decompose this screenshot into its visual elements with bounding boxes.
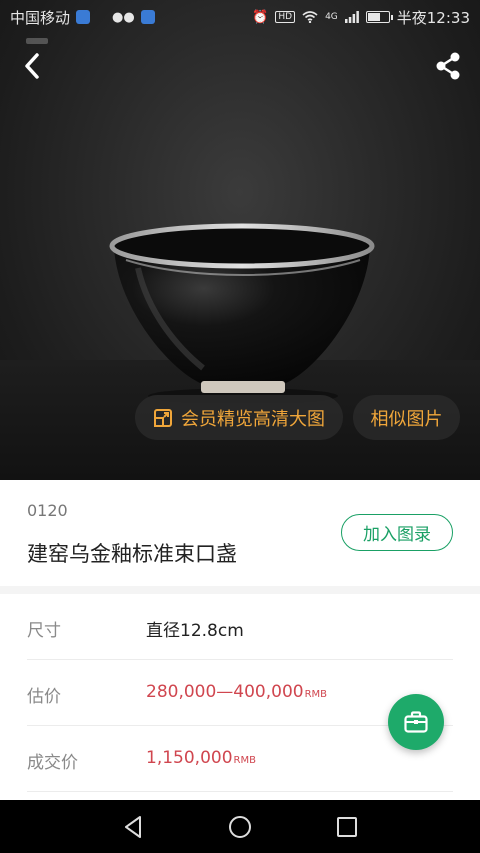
signal-type-label: 4G xyxy=(325,11,338,22)
estimate-value-wrap: 280,000—400,000RMB xyxy=(146,682,327,702)
carrier-name: 中国移动 xyxy=(10,8,71,27)
lot-title: 建窑乌金釉标准束口盏 xyxy=(27,542,237,566)
estimate-value: 280,000—400,000 xyxy=(146,682,304,702)
home-circle-icon xyxy=(228,815,251,838)
estimate-label: 估价 xyxy=(27,687,61,707)
hd-voice-icon: HD xyxy=(275,11,296,23)
system-recents-button[interactable] xyxy=(327,807,367,847)
size-label: 尺寸 xyxy=(27,621,61,641)
sold-price-value-wrap: 1,150,000RMB xyxy=(146,748,256,768)
tea-bowl-image xyxy=(109,223,375,403)
sold-price-value: 1,150,000 xyxy=(146,748,233,768)
share-icon xyxy=(436,52,460,80)
size-value: 直径12.8cm xyxy=(146,621,244,641)
battery-icon xyxy=(365,11,393,23)
lot-number: 0120 xyxy=(27,501,68,520)
similar-images-button[interactable]: 相似图片 xyxy=(353,395,460,440)
notification-app-icon xyxy=(140,10,155,24)
status-bar: 中国移动 ●● ⏰ HD 4G 半夜12:33 xyxy=(0,0,480,34)
enlarge-image-icon xyxy=(154,408,172,427)
chevron-left-icon xyxy=(25,53,39,79)
estimate-unit: RMB xyxy=(304,689,328,700)
wechat-icon: ●● xyxy=(112,9,135,25)
back-triangle-icon xyxy=(125,815,142,838)
system-back-button[interactable] xyxy=(113,807,153,847)
hd-preview-button[interactable]: 会员精览高清大图 xyxy=(135,395,343,440)
system-navigation-bar xyxy=(0,800,480,853)
lot-image[interactable]: 会员精览高清大图 相似图片 xyxy=(0,0,480,480)
watermark xyxy=(26,38,48,44)
back-button[interactable] xyxy=(16,50,48,82)
recents-square-icon xyxy=(336,816,357,837)
hd-preview-label: 会员精览高清大图 xyxy=(181,408,325,430)
sold-price-unit: RMB xyxy=(233,755,256,766)
add-to-catalog-button[interactable]: 加入图录 xyxy=(341,514,453,551)
briefcase-fab[interactable] xyxy=(388,694,444,750)
alarm-icon: ⏰ xyxy=(252,9,269,25)
lot-title-card: 0120 建窑乌金釉标准束口盏 加入图录 xyxy=(0,480,480,586)
sold-price-row: 成交价 1,150,000RMB xyxy=(27,726,453,792)
size-row: 尺寸 直径12.8cm xyxy=(27,594,453,660)
share-button[interactable] xyxy=(432,50,464,82)
similar-images-label: 相似图片 xyxy=(370,408,443,430)
shield-app-icon xyxy=(76,10,91,24)
wifi-icon xyxy=(302,11,318,23)
cell-signal-icon xyxy=(344,11,359,23)
system-home-button[interactable] xyxy=(220,807,260,847)
sold-price-label: 成交价 xyxy=(27,753,78,773)
briefcase-icon xyxy=(404,711,428,733)
lot-details-panel: 0120 建窑乌金釉标准束口盏 加入图录 尺寸 直径12.8cm 估价 280,… xyxy=(0,480,480,800)
status-time: 半夜12:33 xyxy=(396,8,470,27)
